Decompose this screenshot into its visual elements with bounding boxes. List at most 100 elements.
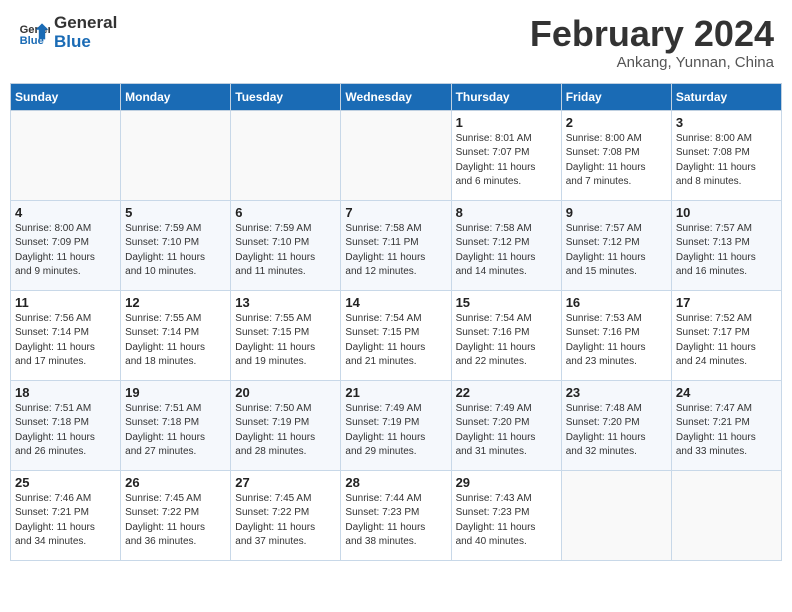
day-cell: 7 Sunrise: 7:58 AMSunset: 7:11 PMDaylight…: [341, 200, 451, 290]
day-info: Sunrise: 7:45 AMSunset: 7:22 PMDaylight:…: [125, 492, 226, 550]
day-info: Sunrise: 7:44 AMSunset: 7:23 PMDaylight:…: [345, 492, 446, 550]
day-cell: [11, 110, 121, 200]
day-number: 25: [15, 475, 116, 490]
month-title: February 2024: [530, 14, 774, 54]
day-cell: [231, 110, 341, 200]
day-info: Sunrise: 7:49 AMSunset: 7:19 PMDaylight:…: [345, 402, 446, 460]
day-number: 4: [15, 205, 116, 220]
weekday-header-tuesday: Tuesday: [231, 83, 341, 110]
day-number: 15: [456, 295, 557, 310]
day-cell: 3 Sunrise: 8:00 AMSunset: 7:08 PMDaylight…: [671, 110, 781, 200]
day-cell: [671, 470, 781, 560]
logo-blue: Blue: [54, 33, 117, 52]
day-info: Sunrise: 7:59 AMSunset: 7:10 PMDaylight:…: [235, 222, 336, 280]
day-cell: 14 Sunrise: 7:54 AMSunset: 7:15 PMDayligh…: [341, 290, 451, 380]
day-info: Sunrise: 7:54 AMSunset: 7:15 PMDaylight:…: [345, 312, 446, 370]
day-number: 24: [676, 385, 777, 400]
day-number: 14: [345, 295, 446, 310]
logo: General Blue General Blue: [18, 14, 117, 51]
day-number: 26: [125, 475, 226, 490]
svg-text:General: General: [20, 24, 50, 36]
day-cell: [341, 110, 451, 200]
weekday-header-monday: Monday: [121, 83, 231, 110]
day-info: Sunrise: 7:43 AMSunset: 7:23 PMDaylight:…: [456, 492, 557, 550]
day-cell: [561, 470, 671, 560]
day-cell: 22 Sunrise: 7:49 AMSunset: 7:20 PMDayligh…: [451, 380, 561, 470]
weekday-header-saturday: Saturday: [671, 83, 781, 110]
day-number: 7: [345, 205, 446, 220]
day-number: 27: [235, 475, 336, 490]
week-row-5: 25 Sunrise: 7:46 AMSunset: 7:21 PMDayligh…: [11, 470, 782, 560]
day-info: Sunrise: 8:00 AMSunset: 7:08 PMDaylight:…: [566, 132, 667, 190]
day-info: Sunrise: 7:51 AMSunset: 7:18 PMDaylight:…: [125, 402, 226, 460]
day-number: 13: [235, 295, 336, 310]
week-row-2: 4 Sunrise: 8:00 AMSunset: 7:09 PMDaylight…: [11, 200, 782, 290]
day-info: Sunrise: 7:58 AMSunset: 7:11 PMDaylight:…: [345, 222, 446, 280]
day-cell: 18 Sunrise: 7:51 AMSunset: 7:18 PMDayligh…: [11, 380, 121, 470]
weekday-header-sunday: Sunday: [11, 83, 121, 110]
day-number: 5: [125, 205, 226, 220]
day-cell: 24 Sunrise: 7:47 AMSunset: 7:21 PMDayligh…: [671, 380, 781, 470]
day-info: Sunrise: 7:59 AMSunset: 7:10 PMDaylight:…: [125, 222, 226, 280]
week-row-1: 1Sunrise: 8:01 AMSunset: 7:07 PMDaylight…: [11, 110, 782, 200]
day-cell: 26 Sunrise: 7:45 AMSunset: 7:22 PMDayligh…: [121, 470, 231, 560]
day-info: Sunrise: 7:55 AMSunset: 7:14 PMDaylight:…: [125, 312, 226, 370]
weekday-header-wednesday: Wednesday: [341, 83, 451, 110]
day-number: 23: [566, 385, 667, 400]
day-cell: 5 Sunrise: 7:59 AMSunset: 7:10 PMDaylight…: [121, 200, 231, 290]
day-cell: 17 Sunrise: 7:52 AMSunset: 7:17 PMDayligh…: [671, 290, 781, 380]
day-number: 29: [456, 475, 557, 490]
day-info: Sunrise: 7:48 AMSunset: 7:20 PMDaylight:…: [566, 402, 667, 460]
day-info: Sunrise: 7:57 AMSunset: 7:12 PMDaylight:…: [566, 222, 667, 280]
day-info: Sunrise: 7:47 AMSunset: 7:21 PMDaylight:…: [676, 402, 777, 460]
day-info: Sunrise: 7:57 AMSunset: 7:13 PMDaylight:…: [676, 222, 777, 280]
day-number: 11: [15, 295, 116, 310]
day-number: 28: [345, 475, 446, 490]
day-number: 2: [566, 115, 667, 130]
day-cell: 19 Sunrise: 7:51 AMSunset: 7:18 PMDayligh…: [121, 380, 231, 470]
day-info: Sunrise: 7:46 AMSunset: 7:21 PMDaylight:…: [15, 492, 116, 550]
day-number: 19: [125, 385, 226, 400]
location-subtitle: Ankang, Yunnan, China: [530, 54, 774, 71]
day-info: Sunrise: 8:00 AMSunset: 7:09 PMDaylight:…: [15, 222, 116, 280]
day-info: Sunrise: 8:01 AMSunset: 7:07 PMDaylight:…: [456, 132, 557, 190]
day-cell: 8Sunrise: 7:58 AMSunset: 7:12 PMDaylight…: [451, 200, 561, 290]
weekday-header-friday: Friday: [561, 83, 671, 110]
day-cell: [121, 110, 231, 200]
day-number: 16: [566, 295, 667, 310]
day-info: Sunrise: 7:51 AMSunset: 7:18 PMDaylight:…: [15, 402, 116, 460]
day-cell: 9 Sunrise: 7:57 AMSunset: 7:12 PMDaylight…: [561, 200, 671, 290]
weekday-header-row: SundayMondayTuesdayWednesdayThursdayFrid…: [11, 83, 782, 110]
calendar-table: SundayMondayTuesdayWednesdayThursdayFrid…: [10, 83, 782, 561]
day-info: Sunrise: 8:00 AMSunset: 7:08 PMDaylight:…: [676, 132, 777, 190]
day-cell: 20 Sunrise: 7:50 AMSunset: 7:19 PMDayligh…: [231, 380, 341, 470]
day-info: Sunrise: 7:50 AMSunset: 7:19 PMDaylight:…: [235, 402, 336, 460]
day-cell: 16Sunrise: 7:53 AMSunset: 7:16 PMDayligh…: [561, 290, 671, 380]
day-number: 17: [676, 295, 777, 310]
day-cell: 12Sunrise: 7:55 AMSunset: 7:14 PMDayligh…: [121, 290, 231, 380]
day-number: 21: [345, 385, 446, 400]
day-cell: 1Sunrise: 8:01 AMSunset: 7:07 PMDaylight…: [451, 110, 561, 200]
weekday-header-thursday: Thursday: [451, 83, 561, 110]
day-number: 18: [15, 385, 116, 400]
day-cell: 28 Sunrise: 7:44 AMSunset: 7:23 PMDayligh…: [341, 470, 451, 560]
day-info: Sunrise: 7:58 AMSunset: 7:12 PMDaylight:…: [456, 222, 557, 280]
week-row-3: 11 Sunrise: 7:56 AMSunset: 7:14 PMDayligh…: [11, 290, 782, 380]
day-info: Sunrise: 7:54 AMSunset: 7:16 PMDaylight:…: [456, 312, 557, 370]
day-info: Sunrise: 7:56 AMSunset: 7:14 PMDaylight:…: [15, 312, 116, 370]
day-info: Sunrise: 7:55 AMSunset: 7:15 PMDaylight:…: [235, 312, 336, 370]
day-number: 20: [235, 385, 336, 400]
day-cell: 27 Sunrise: 7:45 AMSunset: 7:22 PMDayligh…: [231, 470, 341, 560]
day-cell: 13 Sunrise: 7:55 AMSunset: 7:15 PMDayligh…: [231, 290, 341, 380]
day-number: 3: [676, 115, 777, 130]
day-cell: 10 Sunrise: 7:57 AMSunset: 7:13 PMDayligh…: [671, 200, 781, 290]
day-info: Sunrise: 7:45 AMSunset: 7:22 PMDaylight:…: [235, 492, 336, 550]
logo-icon: General Blue: [18, 17, 50, 49]
day-number: 22: [456, 385, 557, 400]
day-info: Sunrise: 7:52 AMSunset: 7:17 PMDaylight:…: [676, 312, 777, 370]
day-info: Sunrise: 7:49 AMSunset: 7:20 PMDaylight:…: [456, 402, 557, 460]
day-cell: 23 Sunrise: 7:48 AMSunset: 7:20 PMDayligh…: [561, 380, 671, 470]
day-number: 9: [566, 205, 667, 220]
day-cell: 15 Sunrise: 7:54 AMSunset: 7:16 PMDayligh…: [451, 290, 561, 380]
day-number: 10: [676, 205, 777, 220]
